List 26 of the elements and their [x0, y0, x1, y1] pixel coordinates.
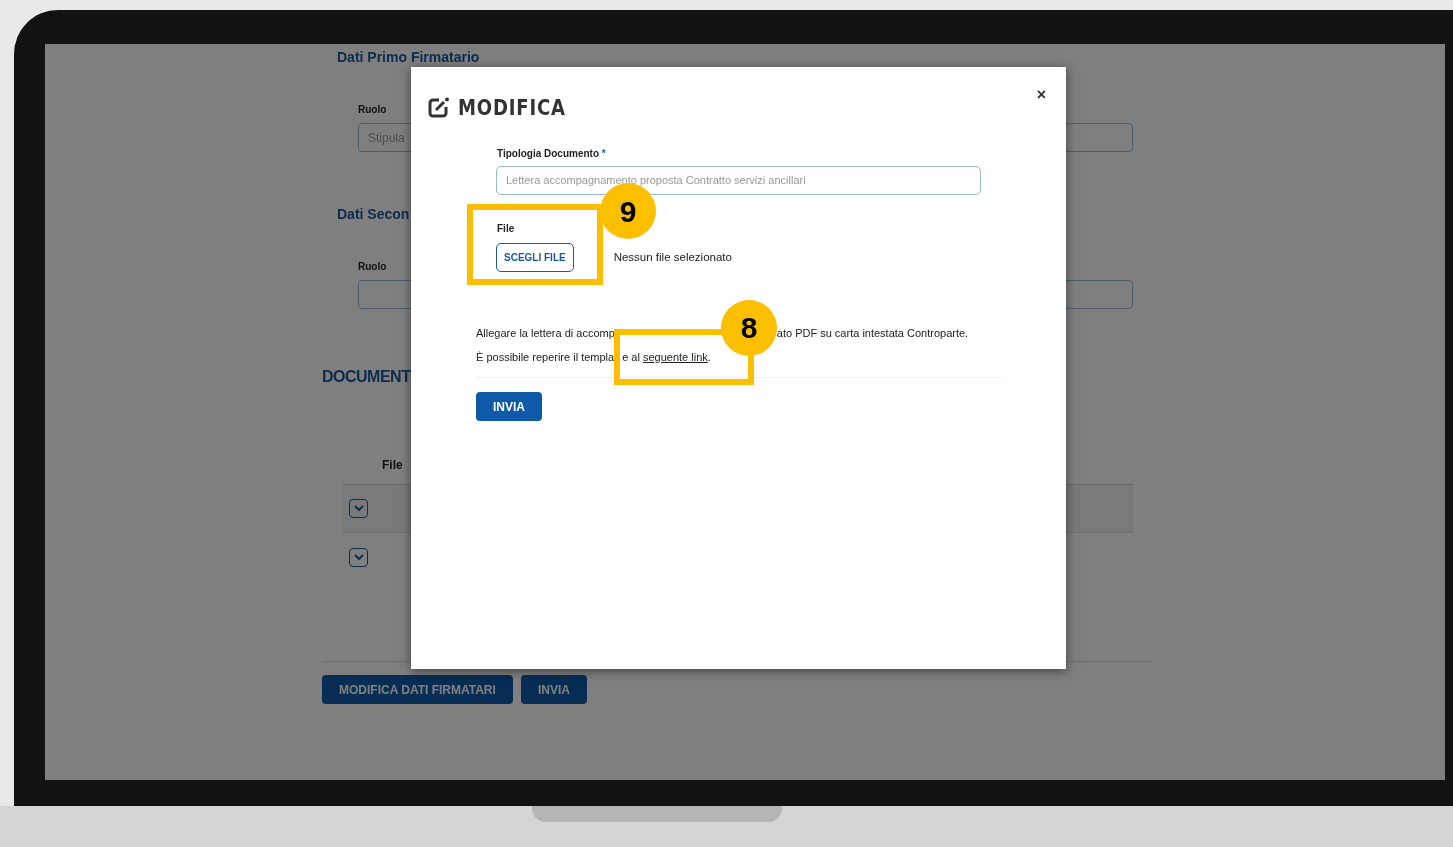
field-label: Ruolo: [358, 103, 387, 117]
file-status: Nessun file selezionato: [613, 249, 732, 265]
note-text: È possibile reperire il templa: [476, 349, 615, 365]
field-label: Tipologia Documento *: [497, 147, 607, 161]
note-text: ato PDF su carta intestata Controparte.: [776, 326, 969, 341]
chevron-down-icon: [353, 505, 364, 512]
field-label: Ruolo: [358, 260, 387, 274]
step-number-badge: 8: [721, 299, 778, 356]
note-text: Allegare la lettera di accomp: [476, 326, 615, 341]
action-button[interactable]: INVIA: [520, 675, 587, 704]
note-text: e al seguente link.: [622, 349, 711, 365]
section-title: DOCUMENT: [322, 367, 411, 387]
edit-icon: [428, 97, 450, 118]
field-label: File: [497, 222, 515, 236]
link[interactable]: seguente link: [642, 350, 708, 363]
modal-title: MODIFICA: [458, 94, 566, 122]
action-button[interactable]: MODIFICA DATI FIRMATARI: [322, 675, 513, 704]
section-title: Dati Secon: [337, 205, 410, 224]
section-title: Dati Primo Firmatario: [337, 48, 480, 67]
column-header: File: [382, 456, 403, 474]
expand-button[interactable]: [349, 547, 368, 567]
submit-button[interactable]: INVIA: [476, 392, 542, 421]
close-button[interactable]: ×: [1036, 83, 1046, 107]
expand-button[interactable]: [349, 499, 368, 518]
chevron-down-icon: [353, 553, 364, 561]
choose-file-button[interactable]: SCEGLI FILE: [496, 243, 574, 272]
